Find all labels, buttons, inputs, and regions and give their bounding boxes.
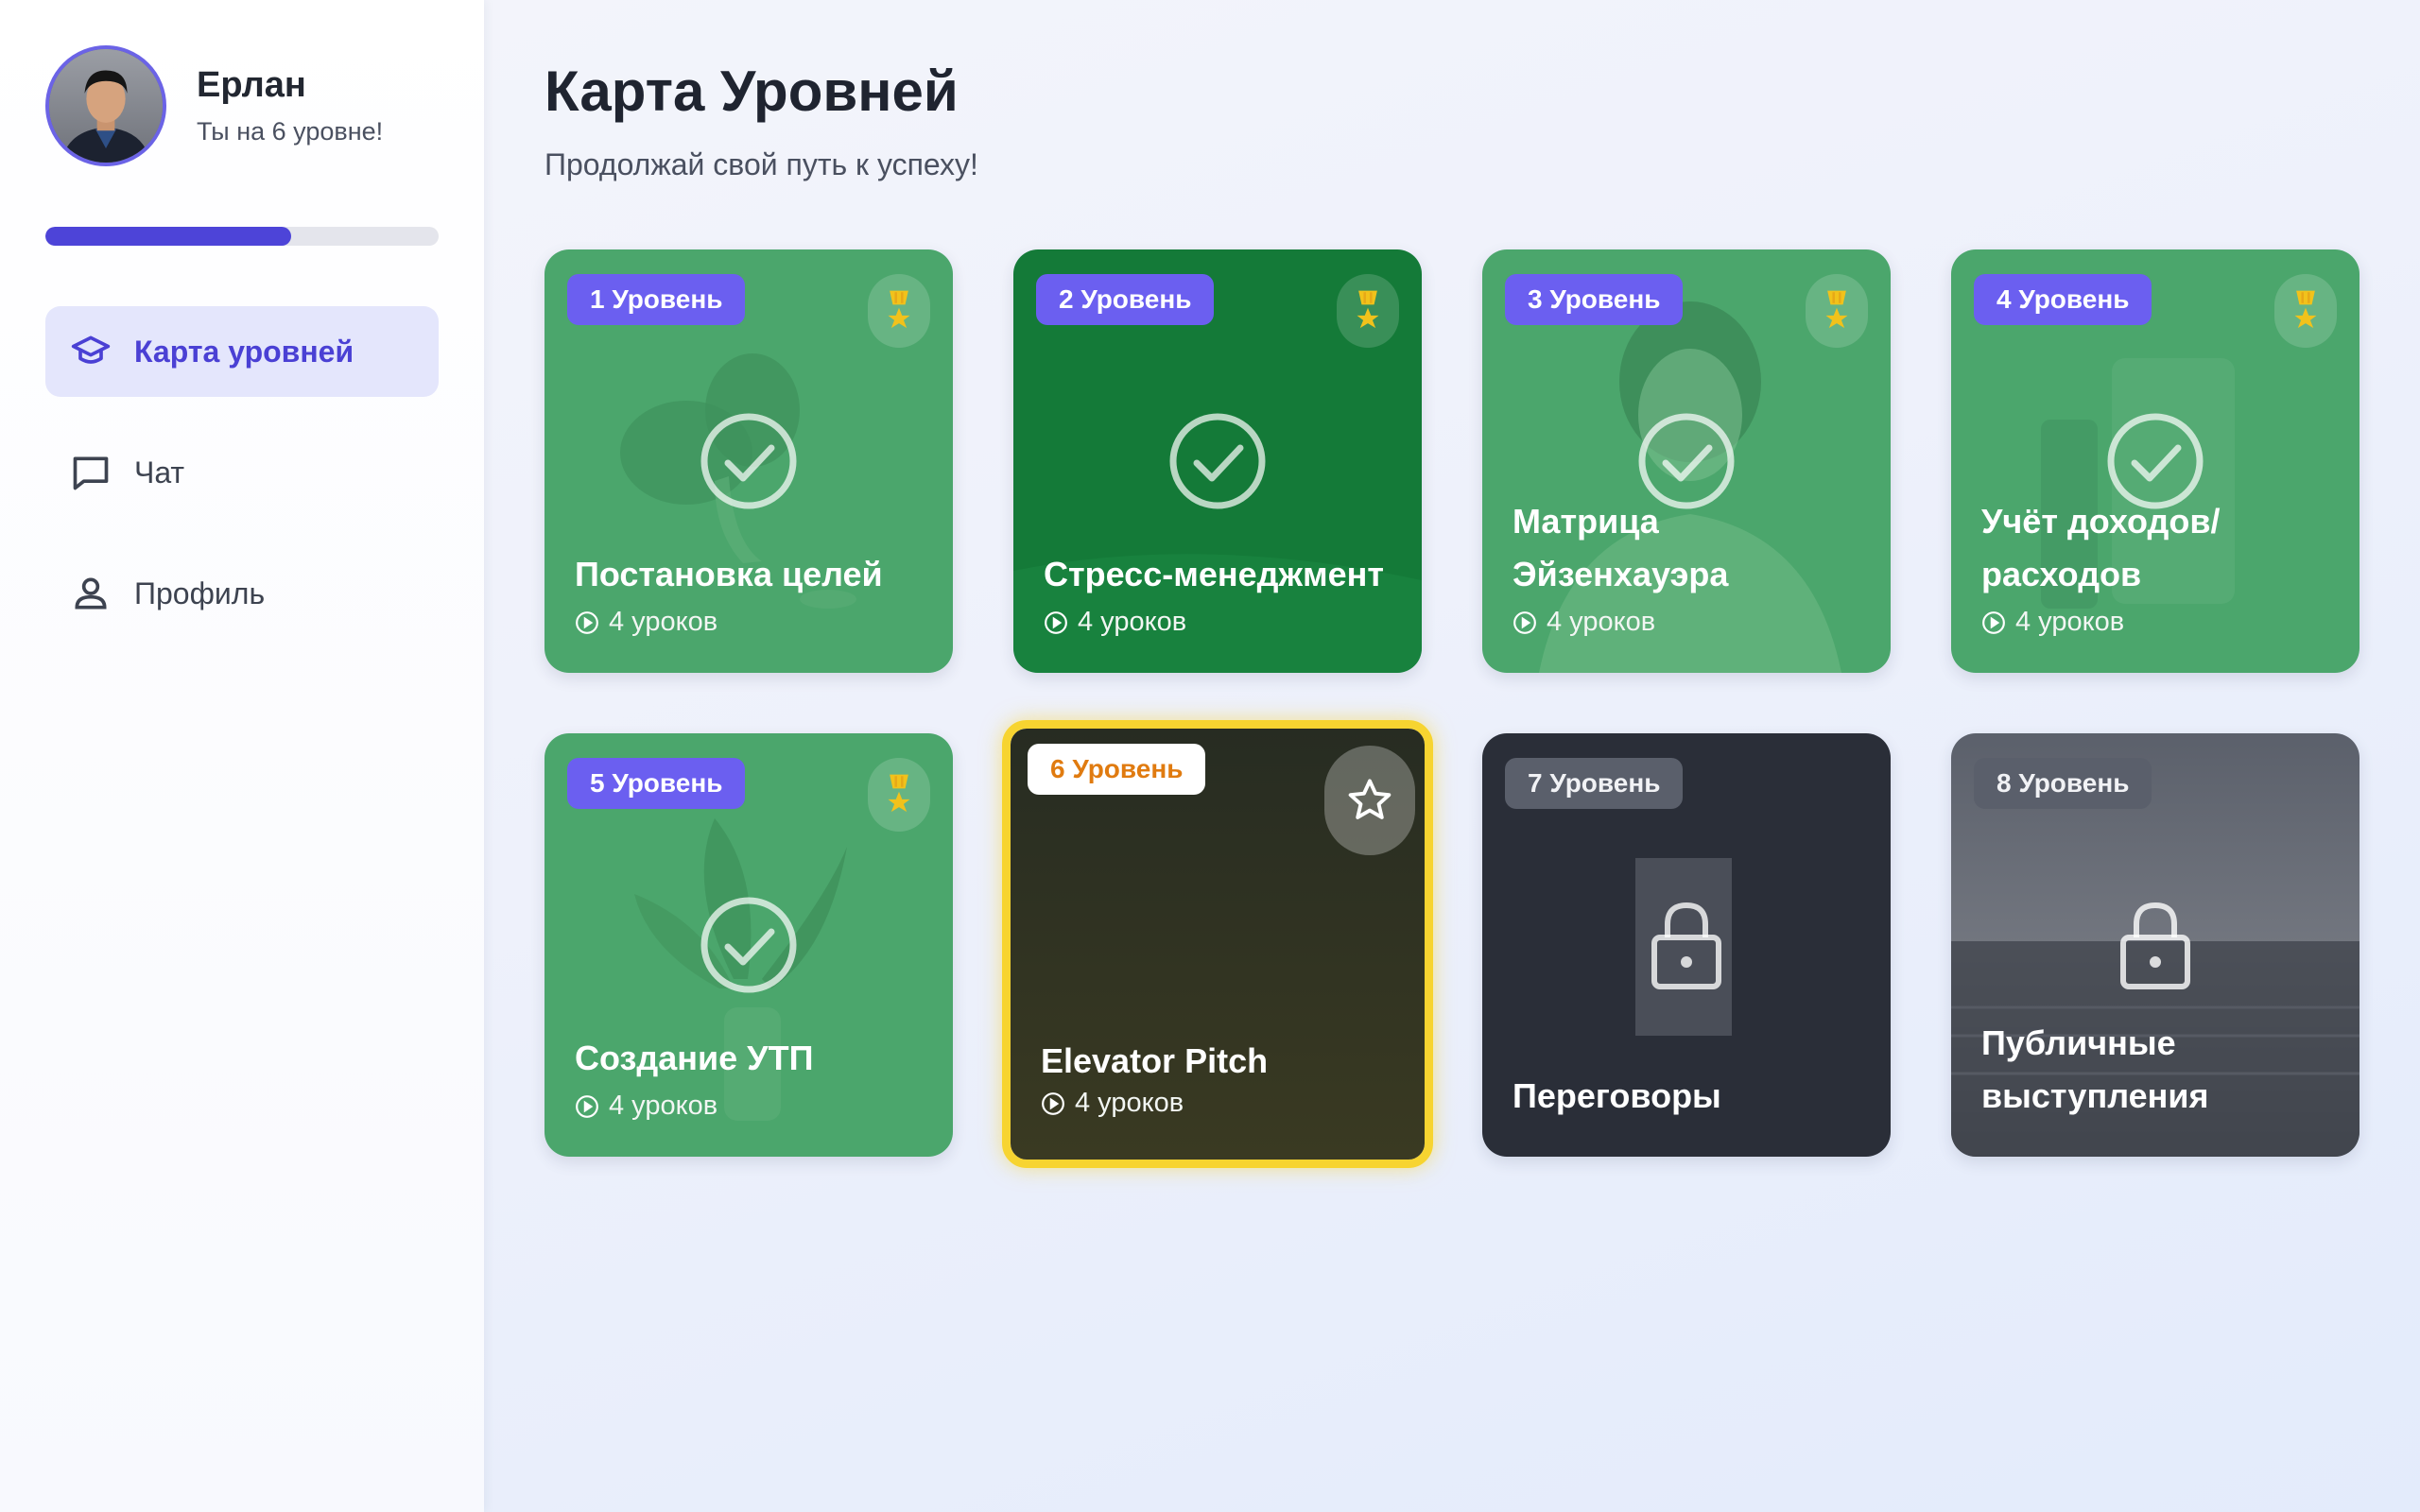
- user-level-text: Ты на 6 уровне!: [197, 117, 384, 146]
- level-badge: 1 Уровень: [567, 274, 746, 325]
- level-title: Публичные выступления: [1981, 1023, 2209, 1115]
- level-progress-bar: [45, 227, 439, 246]
- check-circle-icon: [700, 412, 798, 510]
- lessons-count: 4 уроков: [1044, 607, 1186, 638]
- lock-icon: [1637, 896, 1736, 994]
- level-card-2[interactable]: 2 Уровень Стресс-менеджмент 4 уроков: [1013, 249, 1422, 673]
- star-icon: [1348, 779, 1392, 819]
- level-badge: 8 Уровень: [1974, 758, 2152, 809]
- avatar-image: [49, 49, 163, 163]
- lessons-label: 4 уроков: [1547, 607, 1656, 637]
- level-badge: 5 Уровень: [567, 758, 746, 809]
- chat-bubble-icon: [68, 450, 113, 495]
- play-circle-icon: [576, 610, 598, 634]
- level-card-8[interactable]: 8 Уровень Публичные выступления: [1951, 733, 2360, 1157]
- level-progress-fill: [45, 227, 291, 246]
- level-title: Стресс-менеджмент: [1044, 555, 1385, 593]
- sidebar-item-label: Чат: [134, 455, 185, 490]
- level-badge: 4 Уровень: [1974, 274, 2152, 325]
- medal-icon: [868, 758, 930, 832]
- level-title: Elevator Pitch: [1041, 1041, 1269, 1080]
- avatar[interactable]: [45, 45, 166, 166]
- lessons-count: 4 уроков: [1512, 607, 1655, 638]
- sidebar-item-label: Карта уровней: [134, 334, 354, 369]
- level-card-3[interactable]: 3 Уровень Матрица Эйзенхауэра 4 уроков: [1482, 249, 1891, 673]
- play-circle-icon: [1982, 610, 2005, 634]
- lessons-label: 4 уроков: [1078, 607, 1187, 637]
- play-circle-icon: [1513, 610, 1536, 634]
- medal-icon: [1337, 274, 1399, 348]
- lessons-label: 4 уроков: [2015, 607, 2125, 637]
- medal-icon: [2274, 274, 2337, 348]
- level-card-7[interactable]: 7 Уровень Переговоры: [1482, 733, 1891, 1157]
- level-card-6[interactable]: 6 Уровень Elevator Pitch 4 уроков: [1002, 720, 1433, 1168]
- lessons-label: 4 уроков: [1075, 1088, 1184, 1118]
- level-badge: 2 Уровень: [1036, 274, 1215, 325]
- lessons-count: 4 уроков: [575, 1091, 717, 1122]
- lessons-count: 4 уроков: [1041, 1088, 1184, 1119]
- page-subtitle: Продолжай свой путь к успеху!: [544, 147, 978, 181]
- play-circle-icon: [1045, 610, 1067, 634]
- sidebar-item-level-map[interactable]: Карта уровней: [45, 306, 439, 397]
- person-icon: [68, 571, 113, 616]
- level-card-5[interactable]: 5 Уровень Создание УТП 4 уроков: [544, 733, 953, 1157]
- play-circle-icon: [576, 1094, 598, 1118]
- check-circle-icon: [700, 896, 798, 994]
- lessons-label: 4 уроков: [609, 607, 718, 637]
- play-circle-icon: [1042, 1091, 1064, 1115]
- level-title: Матрица Эйзенхауэра: [1512, 502, 1729, 593]
- level-badge: 3 Уровень: [1505, 274, 1684, 325]
- lessons-label: 4 уроков: [609, 1091, 718, 1121]
- lock-icon: [2106, 896, 2204, 994]
- user-card: Ерлан Ты на 6 уровне!: [45, 45, 383, 166]
- level-card-4[interactable]: 4 Уровень Учёт доходов/ расходов 4 уроко…: [1951, 249, 2360, 673]
- page-title: Карта Уровней: [544, 60, 959, 123]
- level-title: Переговоры: [1512, 1076, 1721, 1115]
- check-circle-icon: [1168, 412, 1267, 510]
- medal-icon: [1806, 274, 1868, 348]
- level-title: Постановка целей: [575, 555, 883, 593]
- lessons-count: 4 уроков: [1981, 607, 2124, 638]
- level-title: Учёт доходов/ расходов: [1981, 502, 2221, 593]
- graduation-cap-icon: [68, 329, 113, 374]
- user-name: Ерлан: [197, 65, 306, 105]
- sidebar-item-chat[interactable]: Чат: [45, 427, 439, 518]
- level-badge: 7 Уровень: [1505, 758, 1684, 809]
- sidebar: Ерлан Ты на 6 уровне! Карта уровней Чат: [0, 0, 484, 1512]
- level-badge: 6 Уровень: [1028, 744, 1206, 795]
- star-button[interactable]: [1324, 746, 1415, 855]
- level-card-1[interactable]: 1 Уровень Постановка целей 4 уроков: [544, 249, 953, 673]
- sidebar-item-label: Профиль: [134, 576, 266, 610]
- level-title: Создание УТП: [575, 1039, 814, 1077]
- sidebar-nav: Карта уровней Чат Профиль: [45, 306, 439, 669]
- sidebar-item-profile[interactable]: Профиль: [45, 548, 439, 639]
- lessons-count: 4 уроков: [575, 607, 717, 638]
- medal-icon: [868, 274, 930, 348]
